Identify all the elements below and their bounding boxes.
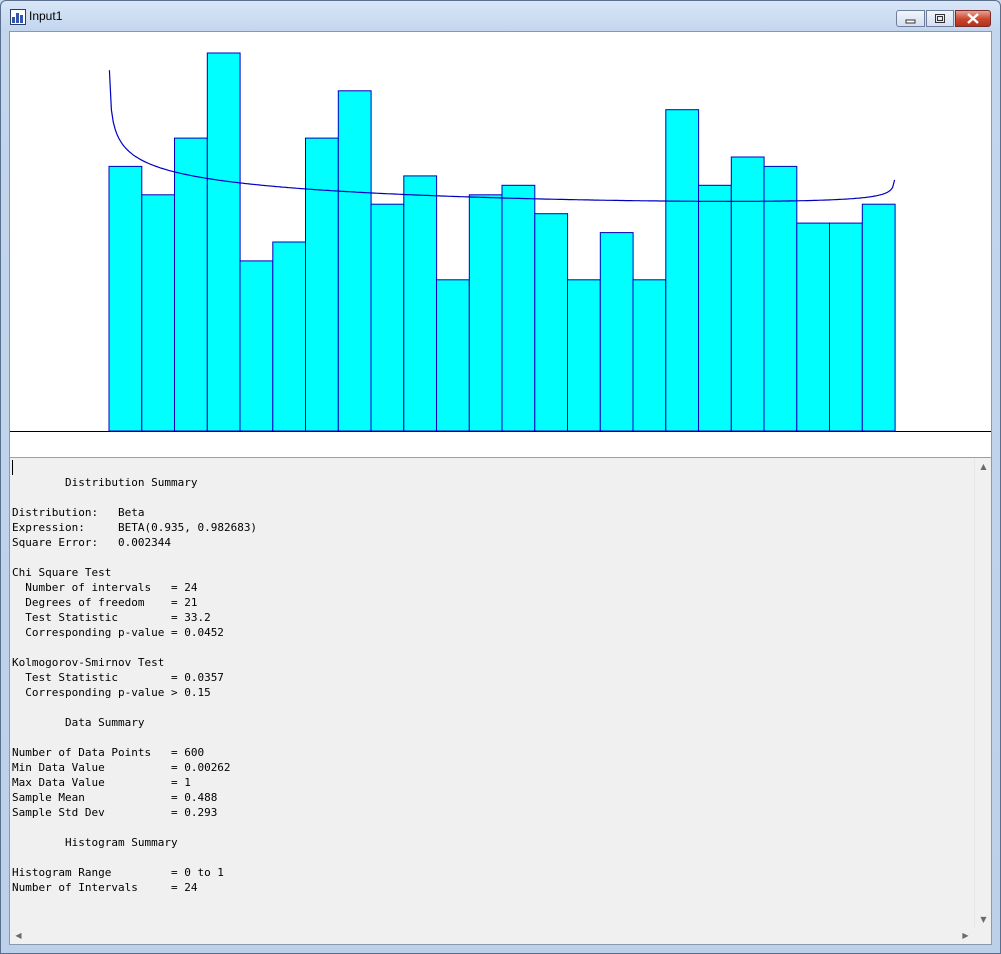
title-bar[interactable]: Input1 — [1, 1, 1000, 31]
histogram-bar — [468, 194, 503, 432]
scroll-down-icon[interactable]: ▼ — [975, 911, 992, 928]
client-area: Distribution Summary Distribution: Beta … — [9, 31, 992, 945]
chart-svg — [10, 52, 991, 432]
histogram-bar — [829, 222, 863, 432]
chi-p-line: Corresponding p-value = 0.0452 — [25, 626, 224, 639]
vertical-scrollbar[interactable]: ▲ ▼ — [974, 458, 991, 928]
minimize-button[interactable] — [896, 10, 925, 27]
summary-text-pane[interactable]: Distribution Summary Distribution: Beta … — [10, 457, 991, 944]
histogram-bar — [370, 203, 405, 432]
chi-intervals-line: Number of intervals = 24 — [25, 581, 198, 594]
ks-p-line: Corresponding p-value > 0.15 — [25, 686, 211, 699]
scroll-up-icon[interactable]: ▲ — [975, 458, 992, 475]
app-icon[interactable] — [10, 9, 26, 25]
histogram-bar — [763, 165, 798, 432]
histogram-bar — [567, 279, 601, 432]
histogram-bar — [337, 90, 372, 432]
horizontal-scrollbar[interactable]: ◀ ▶ — [10, 927, 974, 944]
hist-range-line: Histogram Range = 0 to 1 — [12, 866, 224, 879]
square-error-line: Square Error: 0.002344 — [12, 536, 171, 549]
scroll-left-icon[interactable]: ◀ — [10, 927, 27, 944]
chi-stat-line: Test Statistic = 33.2 — [25, 611, 211, 624]
histogram-bar — [141, 194, 176, 432]
window-title: Input1 — [29, 9, 63, 23]
histogram-chart — [10, 32, 991, 452]
histogram-bar — [108, 165, 143, 432]
histogram-bar — [436, 279, 470, 432]
expression-line: Expression: BETA(0.935, 0.982683) — [12, 521, 258, 534]
max-line: Max Data Value = 1 — [12, 776, 191, 789]
mean-line: Sample Mean = 0.488 — [12, 791, 218, 804]
chi-dof-line: Degrees of freedom = 21 — [25, 596, 198, 609]
summary-text: Distribution Summary Distribution: Beta … — [12, 458, 972, 945]
scrollbar-corner — [974, 927, 991, 944]
close-button[interactable] — [955, 10, 991, 27]
histogram-bar — [698, 184, 732, 432]
histogram-bar — [599, 232, 634, 432]
histogram-bar — [730, 156, 765, 432]
heading-distribution-summary: Distribution Summary — [64, 476, 198, 489]
app-window: Input1 Distribution Summary Distribution… — [0, 0, 1001, 954]
heading-histogram-summary: Histogram Summary — [64, 836, 178, 849]
histogram-bar — [174, 137, 208, 432]
restore-button[interactable] — [926, 10, 954, 27]
histogram-bar — [501, 184, 536, 432]
distribution-line: Distribution: Beta — [12, 506, 145, 519]
ks-heading: Kolmogorov-Smirnov Test — [12, 656, 165, 669]
histogram-bar — [665, 109, 700, 432]
histogram-bar — [305, 137, 339, 432]
histogram-bar — [239, 260, 274, 432]
histogram-bar — [534, 213, 569, 432]
ks-stat-line: Test Statistic = 0.0357 — [25, 671, 224, 684]
min-line: Min Data Value = 0.00262 — [12, 761, 231, 774]
points-line: Number of Data Points = 600 — [12, 746, 205, 759]
histogram-bar — [403, 175, 438, 432]
histogram-bar — [796, 222, 831, 432]
histogram-bar — [272, 241, 307, 432]
histogram-bar — [861, 203, 896, 432]
chi-heading: Chi Square Test — [12, 566, 112, 579]
histogram-bar — [632, 279, 667, 432]
histogram-bar — [206, 52, 241, 432]
std-line: Sample Std Dev = 0.293 — [12, 806, 218, 819]
hist-intervals-line: Number of Intervals = 24 — [12, 881, 198, 894]
heading-data-summary: Data Summary — [64, 716, 145, 729]
scroll-right-icon[interactable]: ▶ — [957, 927, 974, 944]
